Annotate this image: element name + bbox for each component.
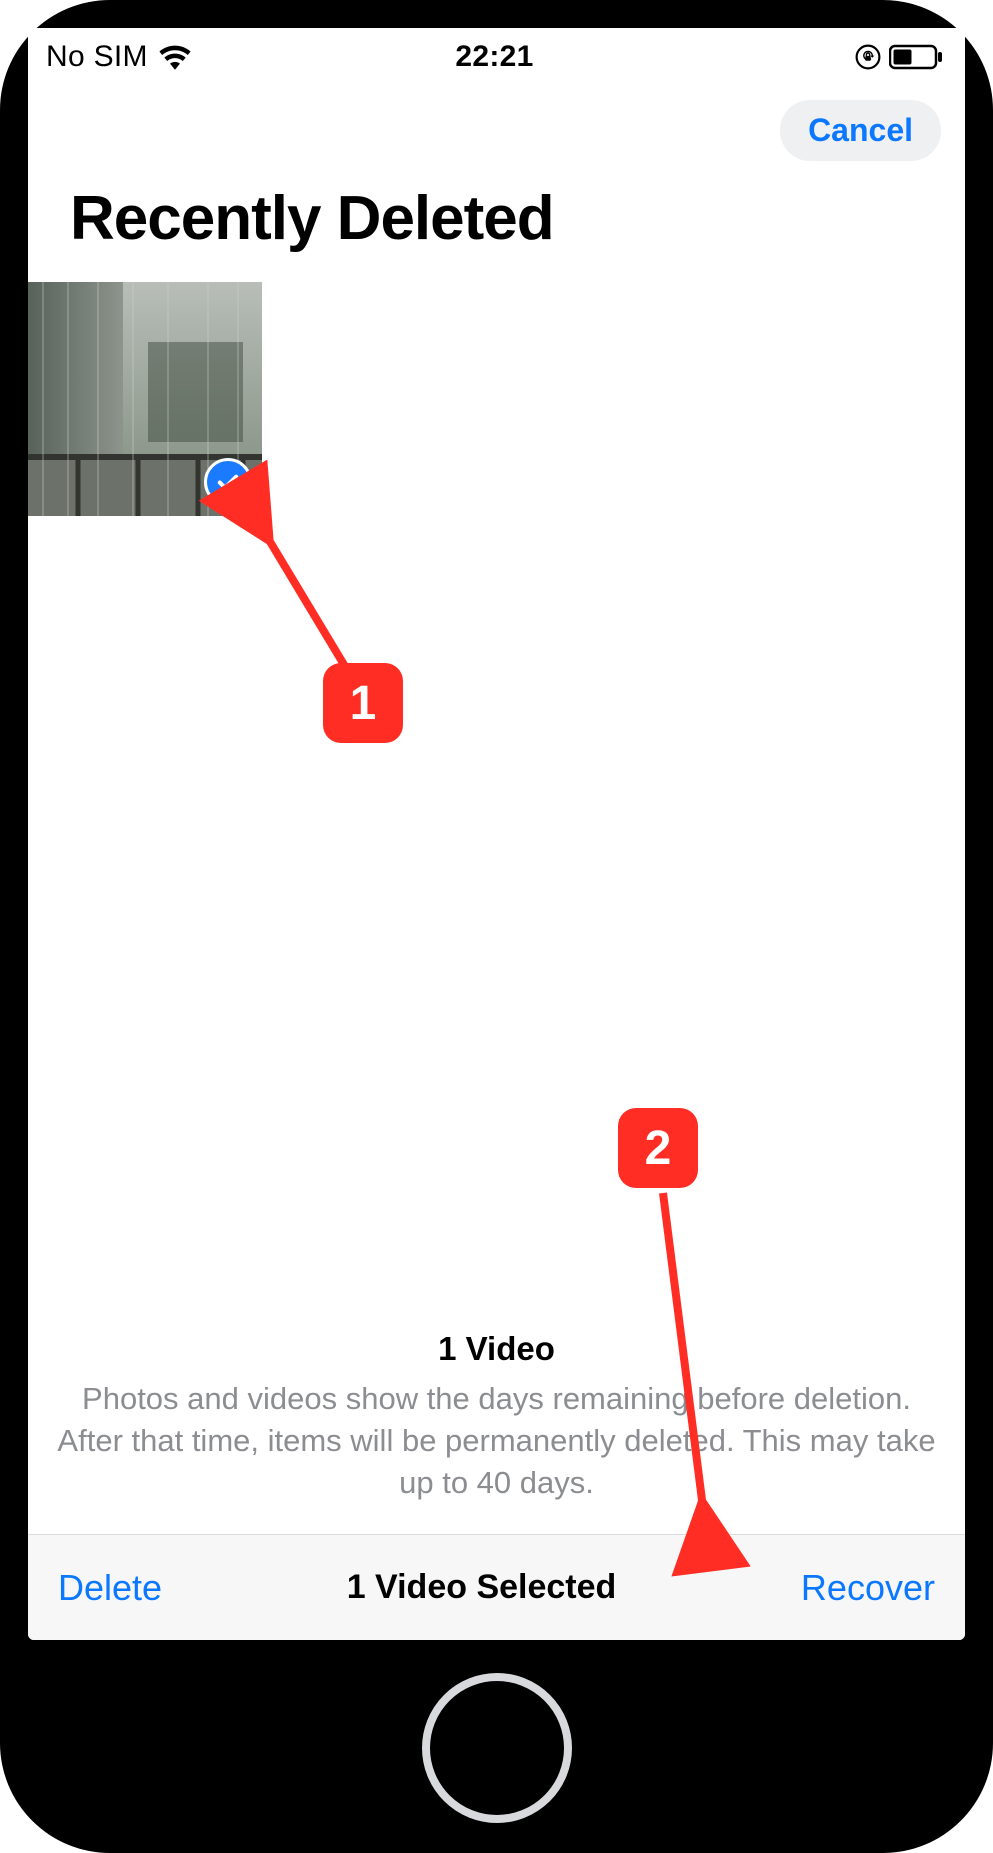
battery-icon <box>889 44 943 70</box>
phone-frame: No SIM 22:21 Cancel Recently Deleted <box>0 0 993 1853</box>
clock-text: 22:21 <box>345 40 644 74</box>
recover-button[interactable]: Recover <box>801 1567 935 1609</box>
deletion-policy-text: Photos and videos show the days remainin… <box>38 1378 955 1504</box>
bottom-toolbar: Delete 1 Video Selected Recover <box>28 1534 965 1640</box>
selection-check-icon <box>204 458 252 506</box>
wifi-icon <box>158 44 192 70</box>
video-thumbnail[interactable] <box>28 282 262 516</box>
page-title: Recently Deleted <box>28 183 965 282</box>
orientation-lock-icon <box>855 44 881 70</box>
nav-bar: Cancel <box>28 86 965 183</box>
screen: No SIM 22:21 Cancel Recently Deleted <box>28 28 965 1640</box>
cancel-button[interactable]: Cancel <box>780 100 941 161</box>
home-button[interactable] <box>422 1673 572 1823</box>
carrier-text: No SIM <box>46 40 148 74</box>
info-footer: 1 Video Photos and videos show the days … <box>28 1330 965 1534</box>
item-count-label: 1 Video <box>38 1330 955 1368</box>
photo-grid <box>28 282 965 516</box>
callout-badge: 2 <box>618 1108 698 1188</box>
status-bar: No SIM 22:21 <box>28 28 965 86</box>
callout-badge: 1 <box>323 663 403 743</box>
arrow-icon <box>228 513 428 763</box>
annotation-1: 1 <box>228 513 428 763</box>
selection-status-label: 1 Video Selected <box>347 1568 617 1607</box>
delete-button[interactable]: Delete <box>58 1567 162 1609</box>
